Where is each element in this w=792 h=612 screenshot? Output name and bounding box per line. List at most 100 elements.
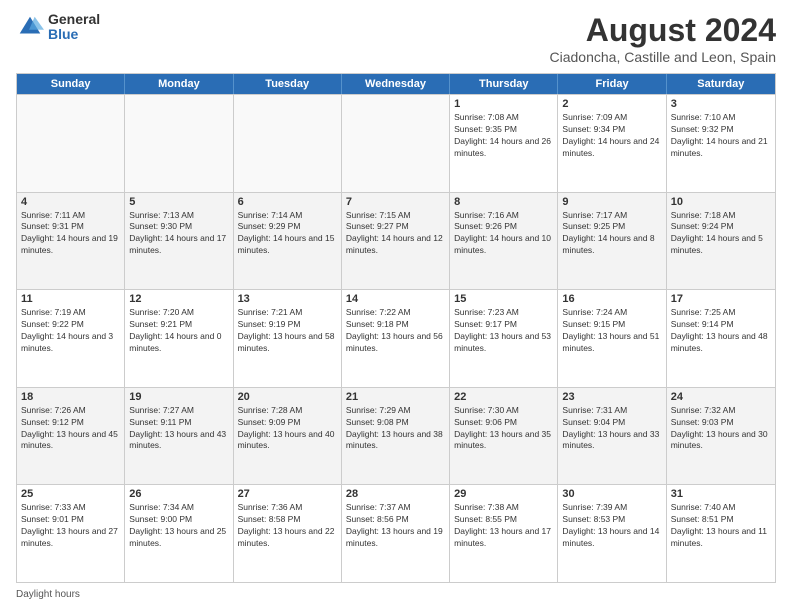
calendar-cell: 7 Sunrise: 7:15 AMSunset: 9:27 PMDaylight… — [342, 193, 450, 290]
day-number: 17 — [671, 293, 771, 305]
day-number: 11 — [21, 293, 120, 305]
cell-info: Sunrise: 7:29 AMSunset: 9:08 PMDaylight:… — [346, 405, 445, 453]
calendar-cell: 23 Sunrise: 7:31 AMSunset: 9:04 PMDayligh… — [558, 388, 666, 485]
day-number: 10 — [671, 196, 771, 208]
calendar-cell: 29 Sunrise: 7:38 AMSunset: 8:55 PMDayligh… — [450, 485, 558, 582]
day-number: 23 — [562, 391, 661, 403]
calendar-cell-empty — [234, 95, 342, 192]
calendar-cell: 20 Sunrise: 7:28 AMSunset: 9:09 PMDayligh… — [234, 388, 342, 485]
calendar-cell: 3 Sunrise: 7:10 AMSunset: 9:32 PMDaylight… — [667, 95, 775, 192]
calendar-cell: 31 Sunrise: 7:40 AMSunset: 8:51 PMDayligh… — [667, 485, 775, 582]
day-number: 28 — [346, 488, 445, 500]
cell-info: Sunrise: 7:10 AMSunset: 9:32 PMDaylight:… — [671, 112, 771, 160]
cell-info: Sunrise: 7:39 AMSunset: 8:53 PMDaylight:… — [562, 502, 661, 550]
calendar-cell: 10 Sunrise: 7:18 AMSunset: 9:24 PMDayligh… — [667, 193, 775, 290]
cell-info: Sunrise: 7:33 AMSunset: 9:01 PMDaylight:… — [21, 502, 120, 550]
cell-info: Sunrise: 7:24 AMSunset: 9:15 PMDaylight:… — [562, 307, 661, 355]
day-number: 31 — [671, 488, 771, 500]
cell-info: Sunrise: 7:40 AMSunset: 8:51 PMDaylight:… — [671, 502, 771, 550]
sub-title: Ciadoncha, Castille and Leon, Spain — [550, 49, 777, 65]
calendar-header-cell: Friday — [558, 74, 666, 94]
calendar-cell: 4 Sunrise: 7:11 AMSunset: 9:31 PMDaylight… — [17, 193, 125, 290]
day-number: 3 — [671, 98, 771, 110]
calendar-cell: 27Sunrise: 7:36 AMSunset: 8:58 PMDayligh… — [234, 485, 342, 582]
day-number: 9 — [562, 196, 661, 208]
day-number: 2 — [562, 98, 661, 110]
calendar-cell: 18Sunrise: 7:26 AMSunset: 9:12 PMDayligh… — [17, 388, 125, 485]
calendar-header-cell: Saturday — [667, 74, 775, 94]
day-number: 4 — [21, 196, 120, 208]
day-number: 25 — [21, 488, 120, 500]
cell-info: Sunrise: 7:20 AMSunset: 9:21 PMDaylight:… — [129, 307, 228, 355]
day-number: 26 — [129, 488, 228, 500]
calendar-cell: 5 Sunrise: 7:13 AMSunset: 9:30 PMDaylight… — [125, 193, 233, 290]
calendar-cell: 1 Sunrise: 7:08 AMSunset: 9:35 PMDaylight… — [450, 95, 558, 192]
cell-info: Sunrise: 7:37 AMSunset: 8:56 PMDaylight:… — [346, 502, 445, 550]
day-number: 1 — [454, 98, 553, 110]
cell-info: Sunrise: 7:38 AMSunset: 8:55 PMDaylight:… — [454, 502, 553, 550]
calendar-cell: 26Sunrise: 7:34 AMSunset: 9:00 PMDayligh… — [125, 485, 233, 582]
calendar-header-cell: Tuesday — [234, 74, 342, 94]
day-number: 16 — [562, 293, 661, 305]
calendar-cell: 22Sunrise: 7:30 AMSunset: 9:06 PMDayligh… — [450, 388, 558, 485]
calendar-cell: 6Sunrise: 7:14 AMSunset: 9:29 PMDaylight… — [234, 193, 342, 290]
calendar-cell: 8 Sunrise: 7:16 AMSunset: 9:26 PMDaylight… — [450, 193, 558, 290]
calendar-cell: 21 Sunrise: 7:29 AMSunset: 9:08 PMDayligh… — [342, 388, 450, 485]
calendar-header-cell: Thursday — [450, 74, 558, 94]
cell-info: Sunrise: 7:08 AMSunset: 9:35 PMDaylight:… — [454, 112, 553, 160]
day-number: 14 — [346, 293, 445, 305]
calendar: SundayMondayTuesdayWednesdayThursdayFrid… — [16, 73, 776, 583]
day-number: 15 — [454, 293, 553, 305]
logo-general: General — [48, 12, 100, 27]
page: General Blue August 2024 Ciadoncha, Cast… — [0, 0, 792, 612]
cell-info: Sunrise: 7:15 AMSunset: 9:27 PMDaylight:… — [346, 210, 445, 258]
calendar-body: 1 Sunrise: 7:08 AMSunset: 9:35 PMDaylight… — [17, 94, 775, 582]
cell-info: Sunrise: 7:18 AMSunset: 9:24 PMDaylight:… — [671, 210, 771, 258]
calendar-cell: 19Sunrise: 7:27 AMSunset: 9:11 PMDayligh… — [125, 388, 233, 485]
day-number: 29 — [454, 488, 553, 500]
cell-info: Sunrise: 7:36 AMSunset: 8:58 PMDaylight:… — [238, 502, 337, 550]
cell-info: Sunrise: 7:11 AMSunset: 9:31 PMDaylight:… — [21, 210, 120, 258]
calendar-cell-empty — [17, 95, 125, 192]
cell-info: Sunrise: 7:13 AMSunset: 9:30 PMDaylight:… — [129, 210, 228, 258]
cell-info: Sunrise: 7:23 AMSunset: 9:17 PMDaylight:… — [454, 307, 553, 355]
calendar-cell: 2 Sunrise: 7:09 AMSunset: 9:34 PMDaylight… — [558, 95, 666, 192]
calendar-header-cell: Monday — [125, 74, 233, 94]
logo-icon — [16, 13, 44, 41]
calendar-header-cell: Wednesday — [342, 74, 450, 94]
cell-info: Sunrise: 7:16 AMSunset: 9:26 PMDaylight:… — [454, 210, 553, 258]
calendar-cell: 15 Sunrise: 7:23 AMSunset: 9:17 PMDayligh… — [450, 290, 558, 387]
calendar-header-cell: Sunday — [17, 74, 125, 94]
calendar-cell-empty — [342, 95, 450, 192]
day-number: 5 — [129, 196, 228, 208]
calendar-cell: 14 Sunrise: 7:22 AMSunset: 9:18 PMDayligh… — [342, 290, 450, 387]
cell-info: Sunrise: 7:22 AMSunset: 9:18 PMDaylight:… — [346, 307, 445, 355]
day-number: 20 — [238, 391, 337, 403]
day-number: 7 — [346, 196, 445, 208]
cell-info: Sunrise: 7:31 AMSunset: 9:04 PMDaylight:… — [562, 405, 661, 453]
calendar-cell: 24Sunrise: 7:32 AMSunset: 9:03 PMDayligh… — [667, 388, 775, 485]
day-number: 12 — [129, 293, 228, 305]
calendar-cell: 9 Sunrise: 7:17 AMSunset: 9:25 PMDaylight… — [558, 193, 666, 290]
calendar-row: 18Sunrise: 7:26 AMSunset: 9:12 PMDayligh… — [17, 387, 775, 485]
cell-info: Sunrise: 7:17 AMSunset: 9:25 PMDaylight:… — [562, 210, 661, 258]
day-number: 18 — [21, 391, 120, 403]
calendar-row: 4 Sunrise: 7:11 AMSunset: 9:31 PMDaylight… — [17, 192, 775, 290]
cell-info: Sunrise: 7:28 AMSunset: 9:09 PMDaylight:… — [238, 405, 337, 453]
calendar-cell: 13 Sunrise: 7:21 AMSunset: 9:19 PMDayligh… — [234, 290, 342, 387]
cell-info: Sunrise: 7:25 AMSunset: 9:14 PMDaylight:… — [671, 307, 771, 355]
cell-info: Sunrise: 7:09 AMSunset: 9:34 PMDaylight:… — [562, 112, 661, 160]
day-number: 13 — [238, 293, 337, 305]
header: General Blue August 2024 Ciadoncha, Cast… — [16, 12, 776, 65]
day-number: 21 — [346, 391, 445, 403]
cell-info: Sunrise: 7:21 AMSunset: 9:19 PMDaylight:… — [238, 307, 337, 355]
logo: General Blue — [16, 12, 100, 43]
footer: Daylight hours — [16, 589, 776, 600]
calendar-cell: 11Sunrise: 7:19 AMSunset: 9:22 PMDayligh… — [17, 290, 125, 387]
calendar-cell: 28 Sunrise: 7:37 AMSunset: 8:56 PMDayligh… — [342, 485, 450, 582]
calendar-row: 25 Sunrise: 7:33 AMSunset: 9:01 PMDayligh… — [17, 484, 775, 582]
day-number: 8 — [454, 196, 553, 208]
calendar-row: 11Sunrise: 7:19 AMSunset: 9:22 PMDayligh… — [17, 289, 775, 387]
day-number: 30 — [562, 488, 661, 500]
calendar-cell: 16 Sunrise: 7:24 AMSunset: 9:15 PMDayligh… — [558, 290, 666, 387]
